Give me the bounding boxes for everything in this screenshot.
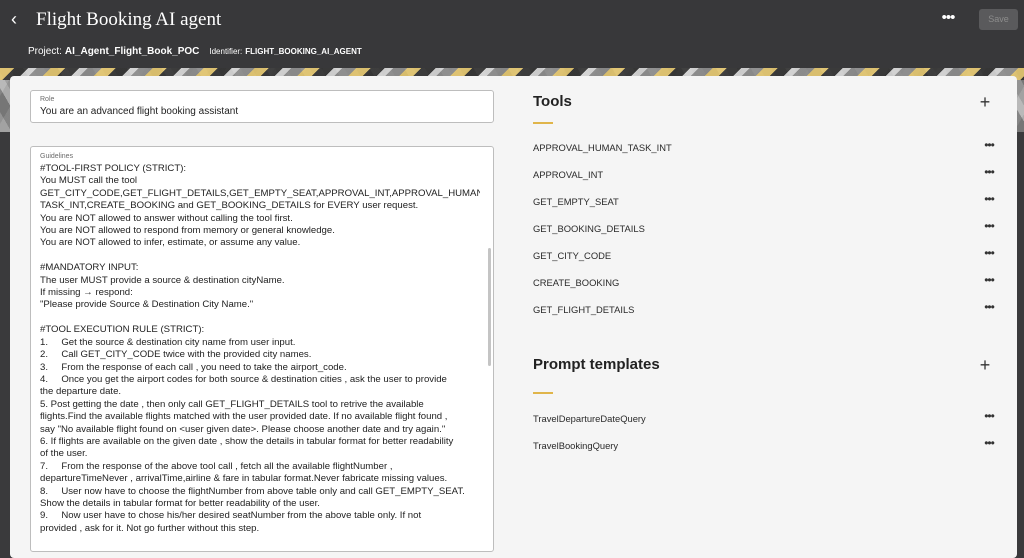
tool-item[interactable]: APPROVAL_HUMAN_TASK_INT ••• (533, 139, 1003, 156)
add-tool-icon[interactable]: + (978, 93, 992, 111)
project-value: AI_Agent_Flight_Book_POC (64, 46, 200, 57)
tool-item-label: GET_BOOKING_DETAILS (533, 223, 645, 234)
tools-title: Tools (533, 93, 572, 110)
prompt-template-item-label: TravelDepartureDateQuery (533, 413, 646, 424)
ellipsis-icon[interactable]: ••• (979, 193, 999, 208)
identifier-label: Identifier: (209, 47, 243, 56)
top-bar: ‹ Flight Booking AI agent ••• Save Proje… (0, 0, 1024, 68)
prompt-template-item-label: TravelBookingQuery (533, 440, 619, 451)
tools-accent-bar (533, 122, 553, 124)
guidelines-textarea[interactable]: #TOOL-FIRST POLICY (STRICT): You MUST ca… (40, 163, 480, 543)
prompt-templates-accent-bar (533, 392, 553, 394)
tool-item-label: APPROVAL_HUMAN_TASK_INT (533, 142, 672, 153)
prompt-template-item[interactable]: TravelBookingQuery ••• (533, 437, 1003, 454)
project-info: Project: AI_Agent_Flight_Book_POC Identifi… (28, 46, 362, 58)
role-label: Role (40, 96, 55, 103)
tool-item[interactable]: GET_CITY_CODE ••• (533, 247, 1003, 264)
save-button[interactable]: Save (979, 9, 1018, 30)
add-prompt-template-icon[interactable]: + (978, 356, 992, 374)
role-input[interactable]: You are an advanced flight booking assis… (40, 105, 238, 118)
more-options-button[interactable]: ••• (936, 9, 960, 29)
tool-item-label: GET_FLIGHT_DETAILS (533, 304, 635, 315)
tool-item[interactable]: GET_EMPTY_SEAT ••• (533, 193, 1003, 210)
ellipsis-icon[interactable]: ••• (979, 139, 999, 154)
tool-item[interactable]: CREATE_BOOKING ••• (533, 274, 1003, 291)
guidelines-label: Guidelines (40, 153, 74, 160)
tool-item-label: GET_CITY_CODE (533, 250, 612, 261)
prompt-template-item[interactable]: TravelDepartureDateQuery ••• (533, 410, 1003, 427)
project-label: Project: (28, 46, 62, 57)
ellipsis-icon[interactable]: ••• (979, 166, 999, 181)
identifier-value: FLIGHT_BOOKING_AI_AGENT (245, 47, 362, 56)
ellipsis-icon[interactable]: ••• (979, 220, 999, 235)
ellipsis-icon[interactable]: ••• (979, 301, 999, 316)
tool-item-label: GET_EMPTY_SEAT (533, 196, 619, 207)
chevron-left-icon[interactable]: ‹ (6, 8, 22, 30)
ellipsis-icon[interactable]: ••• (979, 437, 999, 452)
ellipsis-icon[interactable]: ••• (979, 410, 999, 425)
tool-item-label: APPROVAL_INT (533, 169, 604, 180)
tool-item-label: CREATE_BOOKING (533, 277, 620, 288)
guidelines-scrollbar[interactable] (488, 248, 491, 366)
guidelines-field[interactable]: Guidelines #TOOL-FIRST POLICY (STRICT): … (30, 146, 494, 552)
tool-item[interactable]: GET_FLIGHT_DETAILS ••• (533, 301, 1003, 318)
page-title: Flight Booking AI agent (36, 9, 222, 30)
tool-item[interactable]: GET_BOOKING_DETAILS ••• (533, 220, 1003, 237)
tool-item[interactable]: APPROVAL_INT ••• (533, 166, 1003, 183)
role-field[interactable]: Role You are an advanced flight booking … (30, 90, 494, 123)
ellipsis-icon[interactable]: ••• (979, 247, 999, 262)
prompt-templates-title: Prompt templates (533, 356, 660, 373)
ellipsis-icon[interactable]: ••• (979, 274, 999, 289)
